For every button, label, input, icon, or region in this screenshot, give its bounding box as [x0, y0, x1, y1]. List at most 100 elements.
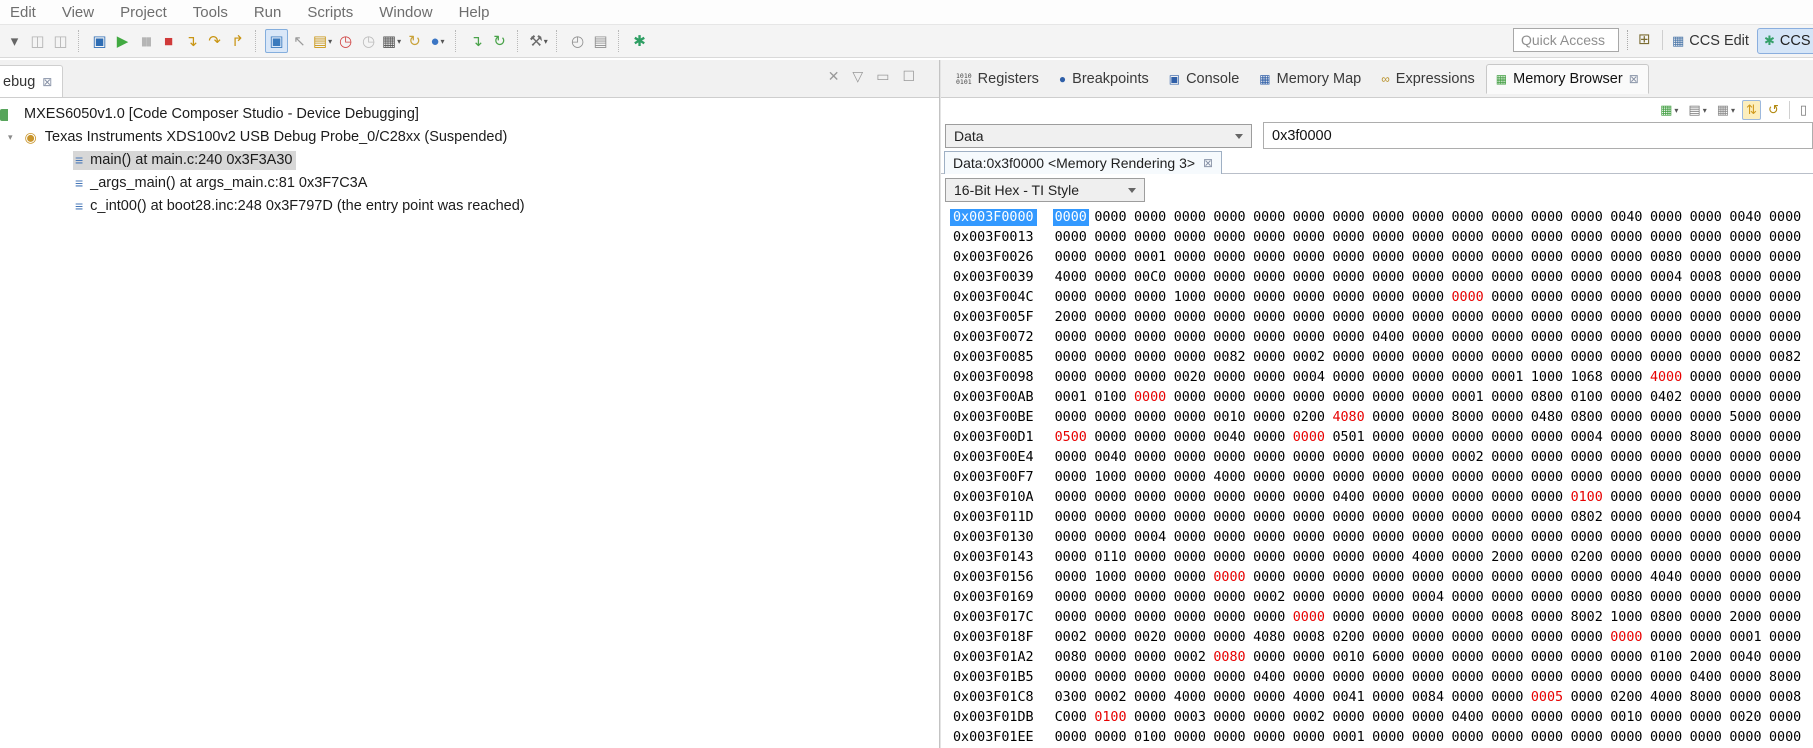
memory-word[interactable]: 0000 [1489, 210, 1529, 225]
memory-word[interactable]: 0400 [1688, 670, 1728, 685]
memory-word[interactable]: 0020 [1172, 370, 1212, 385]
memory-word[interactable]: 0080 [1053, 650, 1093, 665]
memory-word[interactable]: 0000 [1529, 530, 1569, 545]
memory-word[interactable]: 0000 [1450, 430, 1490, 445]
memory-word[interactable]: 0000 [1529, 590, 1569, 605]
memory-word[interactable]: 0000 [1251, 250, 1291, 265]
memory-word[interactable]: 0002 [1291, 350, 1331, 365]
memory-word[interactable]: 0000 [1251, 710, 1291, 725]
memory-word[interactable]: 0000 [1450, 630, 1490, 645]
memory-word[interactable]: 0000 [1172, 530, 1212, 545]
memory-word[interactable]: 0000 [1251, 510, 1291, 525]
memory-word[interactable]: 0000 [1251, 550, 1291, 565]
memory-word[interactable]: 0000 [1370, 350, 1410, 365]
memory-word[interactable]: 0000 [1330, 590, 1370, 605]
memory-word[interactable]: 0040 [1727, 650, 1767, 665]
memory-address[interactable]: 0x003F01DB [950, 709, 1037, 726]
memory-word[interactable]: 0000 [1450, 370, 1490, 385]
memory-word[interactable]: 1000 [1172, 290, 1212, 305]
dropdown-arrow-icon[interactable]: ▾ [441, 37, 445, 46]
memory-word[interactable]: 0000 [1370, 310, 1410, 325]
memory-word[interactable]: 0000 [1489, 250, 1529, 265]
memory-word[interactable]: 0000 [1688, 370, 1728, 385]
refresh-icon[interactable]: ↺ [1765, 100, 1782, 120]
memory-word[interactable]: 8000 [1688, 430, 1728, 445]
memory-word[interactable]: 0000 [1450, 270, 1490, 285]
memory-word[interactable]: 0000 [1767, 610, 1807, 625]
memory-word[interactable]: 0000 [1410, 370, 1450, 385]
memory-word[interactable]: 0000 [1767, 570, 1807, 585]
memory-word[interactable]: 0000 [1132, 290, 1172, 305]
memory-address[interactable]: 0x003F0039 [950, 269, 1037, 286]
memory-word[interactable]: 0000 [1053, 610, 1093, 625]
memory-word[interactable]: 0000 [1727, 430, 1767, 445]
memory-word[interactable]: 0000 [1767, 230, 1807, 245]
memory-word[interactable]: 0000 [1410, 730, 1450, 745]
memory-word[interactable]: 0000 [1291, 670, 1331, 685]
memory-word[interactable]: 0000 [1211, 510, 1251, 525]
memory-word[interactable]: 0000 [1172, 310, 1212, 325]
memory-word[interactable]: 0100 [1092, 710, 1132, 725]
memory-address[interactable]: 0x003F01C8 [950, 689, 1037, 706]
memory-word[interactable]: 0000 [1172, 390, 1212, 405]
memory-word[interactable]: 0000 [1330, 550, 1370, 565]
memory-word[interactable]: 0000 [1370, 590, 1410, 605]
memory-word[interactable]: 0000 [1370, 510, 1410, 525]
memory-word[interactable]: 0000 [1251, 690, 1291, 705]
save-memory-icon[interactable]: ▤ ▾ [1685, 100, 1709, 120]
memory-word[interactable]: 0000 [1370, 410, 1410, 425]
memory-word[interactable]: 0000 [1172, 210, 1212, 225]
memory-word[interactable]: 0000 [1529, 550, 1569, 565]
memory-word[interactable]: 0000 [1529, 430, 1569, 445]
maximize-icon[interactable]: ☐ [902, 68, 915, 85]
memory-rendering-tab[interactable]: Data:0x3f0000 <Memory Rendering 3> ⊠ [944, 151, 1223, 174]
memory-word[interactable]: 0004 [1291, 370, 1331, 385]
memory-word[interactable]: 0000 [1489, 510, 1529, 525]
memory-word[interactable]: 0000 [1450, 570, 1490, 585]
memory-word[interactable]: 0000 [1727, 390, 1767, 405]
memory-word[interactable]: 0040 [1211, 430, 1251, 445]
memory-address[interactable]: 0x003F011D [950, 509, 1037, 526]
memory-word[interactable]: 0000 [1608, 550, 1648, 565]
memory-word[interactable]: 0000 [1211, 690, 1251, 705]
memory-address[interactable]: 0x003F01A2 [950, 649, 1037, 666]
memory-word[interactable]: 0000 [1410, 390, 1450, 405]
memory-address[interactable]: 0x003F0156 [950, 569, 1037, 586]
step-return-icon[interactable]: ↱ [226, 29, 249, 53]
memory-word[interactable]: 0000 [1529, 630, 1569, 645]
memory-word[interactable]: 0000 [1370, 290, 1410, 305]
memory-word[interactable]: 0000 [1330, 450, 1370, 465]
open-perspective-icon[interactable]: ⊞ [1638, 30, 1651, 48]
sphere-icon[interactable]: ● ▾ [426, 29, 449, 53]
memory-word[interactable]: 0000 [1172, 550, 1212, 565]
memory-word[interactable]: 0000 [1688, 250, 1728, 265]
memory-word[interactable]: 0000 [1608, 330, 1648, 345]
memory-word[interactable]: 0000 [1608, 570, 1648, 585]
memory-word[interactable]: 0000 [1291, 570, 1331, 585]
memory-word[interactable]: 0000 [1569, 590, 1609, 605]
memory-word[interactable]: 0000 [1529, 470, 1569, 485]
memory-word[interactable]: 0000 [1608, 410, 1648, 425]
memory-word[interactable]: 0080 [1608, 590, 1648, 605]
memory-word[interactable]: 0000 [1172, 490, 1212, 505]
memory-word[interactable]: 0000 [1529, 270, 1569, 285]
memory-word[interactable]: 0100 [1648, 650, 1688, 665]
perspective-ccs-debug-button[interactable]: ✱ CCS [1757, 28, 1813, 54]
memory-word[interactable]: 0000 [1291, 470, 1331, 485]
memory-word[interactable]: 0000 [1053, 570, 1093, 585]
memory-word[interactable]: 0000 [1727, 590, 1767, 605]
memory-word[interactable]: 0000 [1529, 730, 1569, 745]
session-list-icon[interactable]: ▤ [589, 29, 612, 53]
memory-word[interactable]: 0000 [1767, 590, 1807, 605]
memory-word[interactable]: 0000 [1489, 530, 1529, 545]
memory-address[interactable]: 0x003F0098 [950, 369, 1037, 386]
memory-word[interactable]: 0000 [1608, 490, 1648, 505]
memory-word[interactable]: 0000 [1569, 730, 1609, 745]
memory-word[interactable]: 0000 [1688, 550, 1728, 565]
memory-word[interactable]: 0000 [1608, 470, 1648, 485]
memory-word[interactable]: 0000 [1172, 230, 1212, 245]
debug-tree-row[interactable]: ≡ c_int00() at boot28.inc:248 0x3F797D (t… [0, 195, 939, 218]
memory-word[interactable]: 0000 [1648, 530, 1688, 545]
memory-word[interactable]: 0002 [1251, 590, 1291, 605]
memory-word[interactable]: 0000 [1767, 270, 1807, 285]
